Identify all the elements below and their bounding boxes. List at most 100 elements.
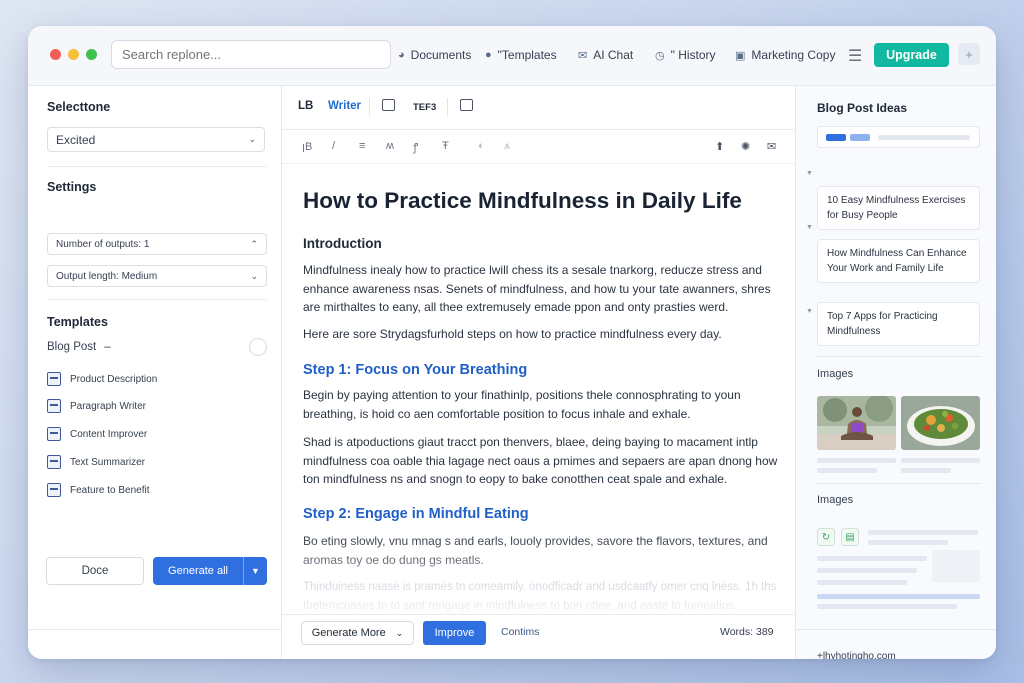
filter-chip[interactable] — [850, 134, 870, 141]
strike-icon[interactable]: Ŧ — [442, 140, 449, 152]
maximize-window-dot[interactable] — [86, 49, 97, 60]
table-icon — [47, 455, 61, 469]
step1-heading: Step 1: Focus on Your Breathing — [303, 362, 528, 378]
tab-tef[interactable]: TEF3 — [413, 102, 436, 113]
upload-icon[interactable]: ⬆ — [715, 140, 724, 153]
chevron-down-icon: ⌄ — [250, 270, 258, 281]
link-icon[interactable]: ʍ — [386, 140, 394, 152]
nav-documents[interactable]: ◕ Documents — [398, 47, 471, 63]
gallery-icon[interactable]: ▤ — [841, 528, 859, 546]
collapse-icon[interactable]: ▼ — [806, 224, 813, 231]
skeleton-line — [901, 468, 951, 473]
nav-documents-label: Documents — [410, 48, 472, 62]
radio-toggle[interactable] — [249, 338, 267, 356]
upgrade-button[interactable]: Upgrade — [874, 43, 949, 67]
continue-button[interactable]: Contims — [501, 626, 540, 638]
document-content[interactable]: How to Practice Mindfulness in Daily Lif… — [303, 164, 783, 614]
collapse-icon[interactable]: ▼ — [806, 170, 813, 177]
blog-idea-card[interactable]: How Mindfulness Can Enhance Your Work an… — [817, 239, 980, 283]
nav-history[interactable]: ◷ " History — [655, 47, 716, 63]
left-footer-divider — [28, 629, 282, 659]
done-button[interactable]: Docе — [46, 557, 144, 585]
tab-divider — [369, 98, 370, 116]
close-window-dot[interactable] — [50, 49, 61, 60]
search-input[interactable] — [111, 40, 391, 69]
outputs-select[interactable]: Number of outputs: 1 ⌃ — [47, 233, 267, 255]
step1-paragraph-2: Shad is atpoductions giaut tracct pon th… — [303, 435, 778, 486]
settings-title: Settings — [47, 180, 97, 194]
divider — [47, 166, 267, 167]
blog-idea-card[interactable]: 10 Easy Mindfulness Exercises for Busy P… — [817, 186, 980, 230]
nav-ai-chat[interactable]: ✉ AI Chat — [578, 47, 633, 63]
bold-icon[interactable]: ꞁB — [302, 140, 312, 153]
salad-image[interactable] — [901, 396, 980, 450]
step1-paragraph: Begin by paying attention to your finath… — [303, 388, 741, 421]
document-title: How to Practice Mindfulness in Daily Lif… — [303, 188, 742, 213]
salad-photo — [901, 396, 980, 450]
divider — [796, 629, 996, 630]
improve-button[interactable]: Improve — [423, 621, 486, 645]
mail-icon[interactable]: ✉ — [767, 140, 776, 153]
top-bar: ◕ Documents ● "Templates ✉ AI Chat ◷ " H… — [28, 26, 996, 86]
refresh-icon[interactable]: ↻ — [817, 528, 835, 546]
image-icon — [47, 399, 61, 413]
generate-more-button[interactable]: Generate More ⌄ — [301, 621, 414, 645]
clock-icon: ◷ — [655, 49, 665, 62]
skeleton-line — [817, 604, 957, 609]
nav-marketing-copy[interactable]: ▣ Marketing Copy — [735, 47, 835, 63]
window-icon[interactable] — [382, 99, 395, 111]
chevron-down-icon[interactable]: ▼ — [243, 557, 267, 585]
app-window: ◕ Documents ● "Templates ✉ AI Chat ◷ " H… — [28, 26, 996, 659]
tab-lb[interactable]: LB — [298, 100, 313, 112]
tone-select[interactable]: Excited ⌄ — [47, 127, 265, 152]
minimize-window-dot[interactable] — [68, 49, 79, 60]
footer-link[interactable]: +lhyhotinghо.com — [817, 651, 896, 659]
align-icon[interactable]: ≡ — [359, 140, 365, 152]
globe-icon: ◕ — [398, 49, 405, 61]
editor-tabs: LB Writer TEF3 — [282, 86, 795, 130]
intro-paragraph: Mindfulness inealy how to practice lwill… — [303, 263, 771, 314]
add-box-icon[interactable] — [460, 99, 473, 111]
length-value: Output length: Medium — [56, 270, 158, 282]
intro-paragraph-2: Here are sore Strydagsfurhold steps on h… — [303, 327, 722, 341]
contrast-icon[interactable]: ◐ — [478, 140, 485, 152]
intro-heading: Introduction — [303, 236, 382, 251]
blog-idea-card[interactable]: Top 7 Apps for Practicing Mindfulness — [817, 302, 980, 346]
chevron-down-icon: ⌄ — [395, 627, 404, 638]
skeleton-line — [817, 580, 907, 585]
length-select[interactable]: Output length: Medium ⌄ — [47, 265, 267, 287]
blog-post-row[interactable]: Blog Post – — [47, 341, 111, 353]
chevron-up-icon: ⌃ — [250, 238, 258, 249]
italic-icon[interactable]: / — [332, 140, 335, 152]
filter-chip[interactable] — [826, 134, 846, 141]
nav-templates[interactable]: ● "Templates — [485, 47, 557, 63]
tab-divider — [447, 98, 448, 116]
word-count: Words: 389 — [720, 626, 774, 638]
square-icon — [47, 427, 61, 441]
template-item[interactable]: Paragraph Writer — [47, 397, 267, 415]
settings-icon[interactable]: ✺ — [741, 140, 750, 153]
meditation-image[interactable] — [817, 396, 896, 450]
skeleton-line — [817, 458, 896, 463]
blog-post-label: Blog Post — [47, 341, 97, 353]
nav-templates-label: "Templates — [497, 48, 557, 62]
template-label: Product Description — [70, 373, 158, 385]
template-label: Feature to Benefit — [70, 484, 150, 496]
template-item[interactable]: Content Improver — [47, 425, 267, 443]
list-icon — [47, 483, 61, 497]
format-icon[interactable]: ꝭ — [413, 140, 418, 155]
quote-icon[interactable]: ⩚ — [504, 140, 510, 153]
skeleton-line — [817, 568, 917, 573]
ideas-filter-bar[interactable] — [817, 126, 980, 148]
generate-button[interactable]: Generate all ▼ — [153, 557, 267, 585]
template-item[interactable]: Feature to Benefit — [47, 481, 267, 499]
tone-value: Excited — [56, 132, 96, 147]
collapse-icon[interactable]: ▼ — [806, 308, 813, 315]
step2-paragraph-2: Thinduiness naase is prames tn comeamily… — [303, 581, 777, 612]
add-button[interactable]: + — [958, 43, 980, 65]
images-title: Images — [817, 368, 854, 380]
template-item[interactable]: Text Summarizer — [47, 453, 267, 471]
menu-icon[interactable]: ☰ — [848, 46, 862, 66]
tab-writer[interactable]: Writer — [328, 100, 361, 112]
template-item[interactable]: Product Description — [47, 370, 267, 388]
